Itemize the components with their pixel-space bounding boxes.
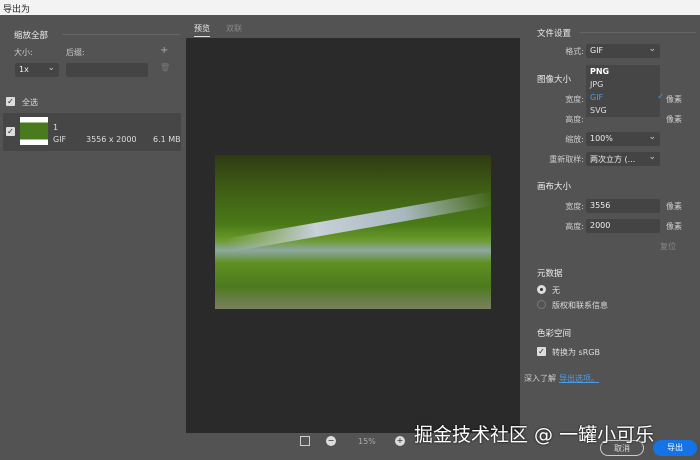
resample-label: 重新取样:	[549, 155, 584, 164]
suffix-label: 后缀:	[66, 48, 85, 57]
learn-more-text: 深入了解	[524, 374, 556, 383]
format-label: 格式:	[565, 47, 584, 56]
metadata-none-radio[interactable]	[537, 285, 546, 294]
zoom-level: 15%	[358, 437, 376, 446]
gif-label: GIF	[590, 93, 604, 102]
metadata-heading: 元数据	[537, 269, 563, 279]
scale-label: 缩放:	[565, 135, 584, 144]
trash-icon[interactable]: 🗑	[160, 63, 170, 72]
metadata-none-label: 无	[552, 286, 560, 295]
height-label: 高度:	[565, 115, 584, 124]
canvas-width-input[interactable]: 3556	[586, 199, 660, 213]
asset-name: 1	[53, 123, 59, 132]
canvas-height-value: 2000	[590, 221, 611, 230]
reset-button[interactable]: 复位	[660, 241, 676, 252]
left-panel: 缩放全部 大小: 后缀: + 1x ⌄ 🗑 ✓ 全选 ✓ 1 GIF 3556 x…	[0, 15, 186, 460]
add-icon[interactable]: +	[160, 45, 168, 56]
canvas-height-input[interactable]: 2000	[586, 219, 660, 233]
watermark: 掘金技术社区 @ 一罐小可乐	[414, 424, 655, 446]
metadata-copyright-label: 版权和联系信息	[552, 301, 608, 310]
asset-filesize: 6.1 MB	[153, 135, 181, 144]
tab-preview[interactable]: 预览	[194, 23, 210, 37]
canvas-height-label: 高度:	[565, 222, 584, 231]
metadata-copyright-radio[interactable]	[537, 300, 546, 309]
zoom-in-icon[interactable]: +	[395, 436, 405, 446]
format-select[interactable]: GIF ⌄	[586, 44, 660, 58]
chevron-down-icon: ⌄	[47, 63, 55, 73]
asset-row[interactable]: ✓ 1 GIF 3556 x 2000 6.1 MB	[3, 113, 181, 151]
canvas-width-label: 宽度:	[565, 202, 584, 211]
srgb-label: 转换为 sRGB	[552, 348, 600, 357]
resample-value: 两次立方 (...	[590, 155, 636, 164]
settings-panel: 文件设置 格式: GIF ⌄ 图像大小 宽度: 像素 高度: 像素 PNG JPG…	[520, 15, 700, 460]
preview-panel: 预览 双联 − 15% +	[186, 15, 520, 460]
format-option-svg[interactable]: SVG	[586, 104, 660, 117]
preview-image	[215, 155, 491, 309]
scale-value: 100%	[590, 134, 613, 143]
image-size-heading: 图像大小	[537, 75, 572, 85]
zoom-out-icon[interactable]: −	[326, 436, 336, 446]
canvas-width-unit: 像素	[666, 202, 682, 211]
asset-format: GIF	[53, 135, 67, 144]
river-shape	[225, 191, 491, 253]
title-bar: 导出为	[0, 0, 700, 15]
divider	[62, 34, 180, 35]
format-dropdown-menu: PNG JPG GIF ✓ SVG	[586, 65, 664, 117]
asset-checkbox[interactable]: ✓	[6, 127, 15, 136]
size-select[interactable]: 1x ⌄	[15, 63, 59, 77]
asset-dimensions: 3556 x 2000	[86, 135, 137, 144]
checkmark-icon: ✓	[657, 92, 664, 101]
canvas-size-heading: 画布大小	[537, 182, 572, 192]
asset-thumbnail	[20, 117, 48, 145]
scale-all-heading: 缩放全部	[14, 31, 49, 41]
file-settings-heading: 文件设置	[537, 29, 572, 39]
canvas-height-unit: 像素	[666, 222, 682, 231]
width-label: 宽度:	[565, 95, 584, 104]
suffix-input[interactable]	[66, 63, 148, 77]
window-title: 导出为	[3, 5, 31, 15]
format-option-png[interactable]: PNG	[586, 65, 660, 78]
select-all-checkbox[interactable]: ✓	[6, 97, 15, 106]
format-option-gif[interactable]: GIF ✓	[586, 91, 664, 104]
resample-select[interactable]: 两次立方 (... ⌄	[586, 152, 660, 166]
height-unit: 像素	[666, 115, 682, 124]
size-label: 大小:	[14, 48, 33, 57]
divider	[580, 32, 696, 33]
export-button[interactable]: 导出	[653, 440, 697, 456]
size-value: 1x	[19, 65, 29, 74]
chevron-down-icon: ⌄	[648, 132, 656, 142]
select-all-label: 全选	[22, 98, 38, 107]
tab-2up[interactable]: 双联	[226, 23, 242, 34]
format-value: GIF	[590, 46, 604, 55]
srgb-checkbox[interactable]: ✓	[537, 347, 546, 356]
format-option-jpg[interactable]: JPG	[586, 78, 660, 91]
scale-select[interactable]: 100% ⌄	[586, 132, 660, 146]
chevron-down-icon: ⌄	[648, 44, 656, 54]
width-unit: 像素	[666, 95, 682, 104]
export-options-link[interactable]: 导出选项。	[559, 373, 599, 384]
canvas-width-value: 3556	[590, 201, 611, 210]
chevron-down-icon: ⌄	[648, 152, 656, 162]
color-space-heading: 色彩空间	[537, 329, 572, 339]
fit-screen-icon[interactable]	[300, 436, 310, 446]
preview-canvas: − 15% +	[186, 38, 520, 446]
